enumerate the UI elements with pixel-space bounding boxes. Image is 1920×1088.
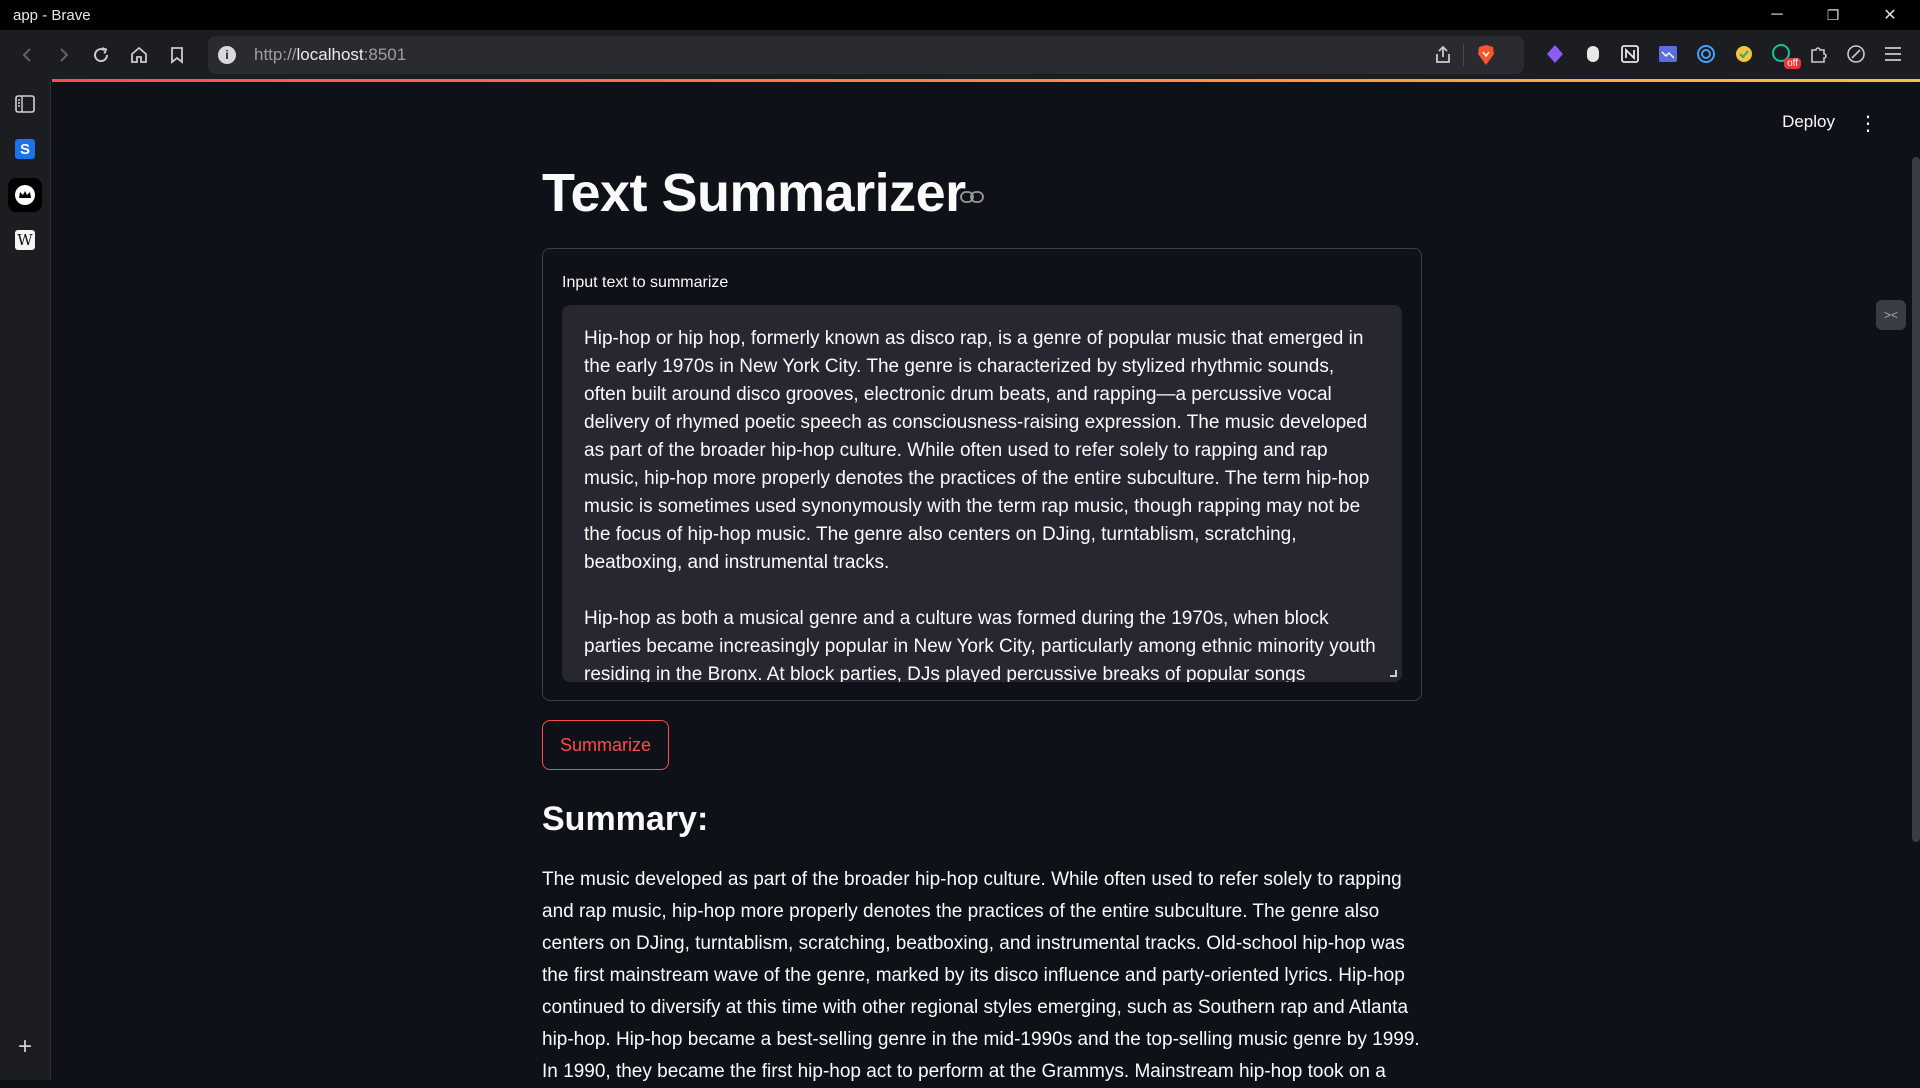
summarize-button[interactable]: Summarize xyxy=(542,720,669,770)
streamlit-app: Deploy ⋮ >< Text Summarizer Input text t… xyxy=(52,82,1920,1082)
back-arrow-icon xyxy=(22,48,31,62)
image-icon[interactable] xyxy=(1655,41,1681,67)
divider xyxy=(1463,44,1464,66)
main-menu-icon[interactable]: ⋮ xyxy=(1858,111,1878,136)
target-icon[interactable] xyxy=(1693,41,1719,67)
obsidian-icon[interactable] xyxy=(1542,41,1568,67)
mouse-icon[interactable] xyxy=(1580,41,1606,67)
palette-icon[interactable] xyxy=(1731,41,1757,67)
home-button[interactable] xyxy=(122,38,156,72)
crown-app-icon[interactable] xyxy=(8,178,42,212)
notion-icon[interactable] xyxy=(1617,41,1643,67)
reload-icon xyxy=(94,47,109,63)
grammarly-off-icon[interactable]: off xyxy=(1769,41,1801,69)
deploy-button[interactable]: Deploy xyxy=(1782,112,1835,132)
text-input-area[interactable]: Hip-hop or hip hop, formerly known as di… xyxy=(562,305,1402,682)
back-button[interactable] xyxy=(10,38,44,72)
anchor-link-icon[interactable] xyxy=(960,190,984,204)
leaf-icon[interactable] xyxy=(1843,41,1869,67)
forward-arrow-icon xyxy=(60,48,69,62)
url-text[interactable]: http://localhost:8501 xyxy=(254,45,406,65)
restore-button[interactable]: ❐ xyxy=(1805,0,1861,30)
forward-button[interactable] xyxy=(47,38,81,72)
page-title: Text Summarizer xyxy=(542,163,966,223)
minimize-button[interactable]: ─ xyxy=(1749,0,1805,30)
input-form: Input text to summarize Hip-hop or hip h… xyxy=(542,248,1422,701)
add-icon[interactable]: + xyxy=(8,1030,42,1064)
bookmark-button[interactable] xyxy=(160,38,194,72)
resize-handle[interactable] xyxy=(1390,670,1397,677)
menu-icon[interactable] xyxy=(1880,41,1906,67)
puzzle-icon[interactable] xyxy=(1806,41,1832,67)
window-title: app - Brave xyxy=(13,6,91,24)
browser-sidebar: S W + xyxy=(0,80,51,1080)
brave-shields-icon[interactable] xyxy=(1476,44,1496,66)
address-bar[interactable]: i http://localhost:8501 xyxy=(208,36,1524,74)
bookmark-icon xyxy=(171,47,183,64)
window-title-bar: app - Brave ─ ❐ ✕ xyxy=(0,0,1920,30)
input-label: Input text to summarize xyxy=(562,274,729,291)
sidebar-toggle-icon[interactable] xyxy=(8,87,42,121)
share-icon[interactable] xyxy=(1433,45,1453,65)
summary-heading: Summary: xyxy=(542,800,709,838)
site-info-icon[interactable]: i xyxy=(218,46,236,64)
s-app-icon[interactable]: S xyxy=(8,132,42,166)
text-input-value[interactable]: Hip-hop or hip hop, formerly known as di… xyxy=(584,325,1380,682)
code-toggle-icon[interactable]: >< xyxy=(1876,300,1906,330)
ext-badge: off xyxy=(1784,58,1801,69)
wikipedia-icon[interactable]: W xyxy=(8,223,42,257)
summary-text: The music developed as part of the broad… xyxy=(542,869,1420,1082)
reload-button[interactable] xyxy=(84,38,118,72)
home-icon xyxy=(131,46,147,63)
scrollbar[interactable] xyxy=(1912,157,1920,842)
close-button[interactable]: ✕ xyxy=(1862,0,1918,30)
